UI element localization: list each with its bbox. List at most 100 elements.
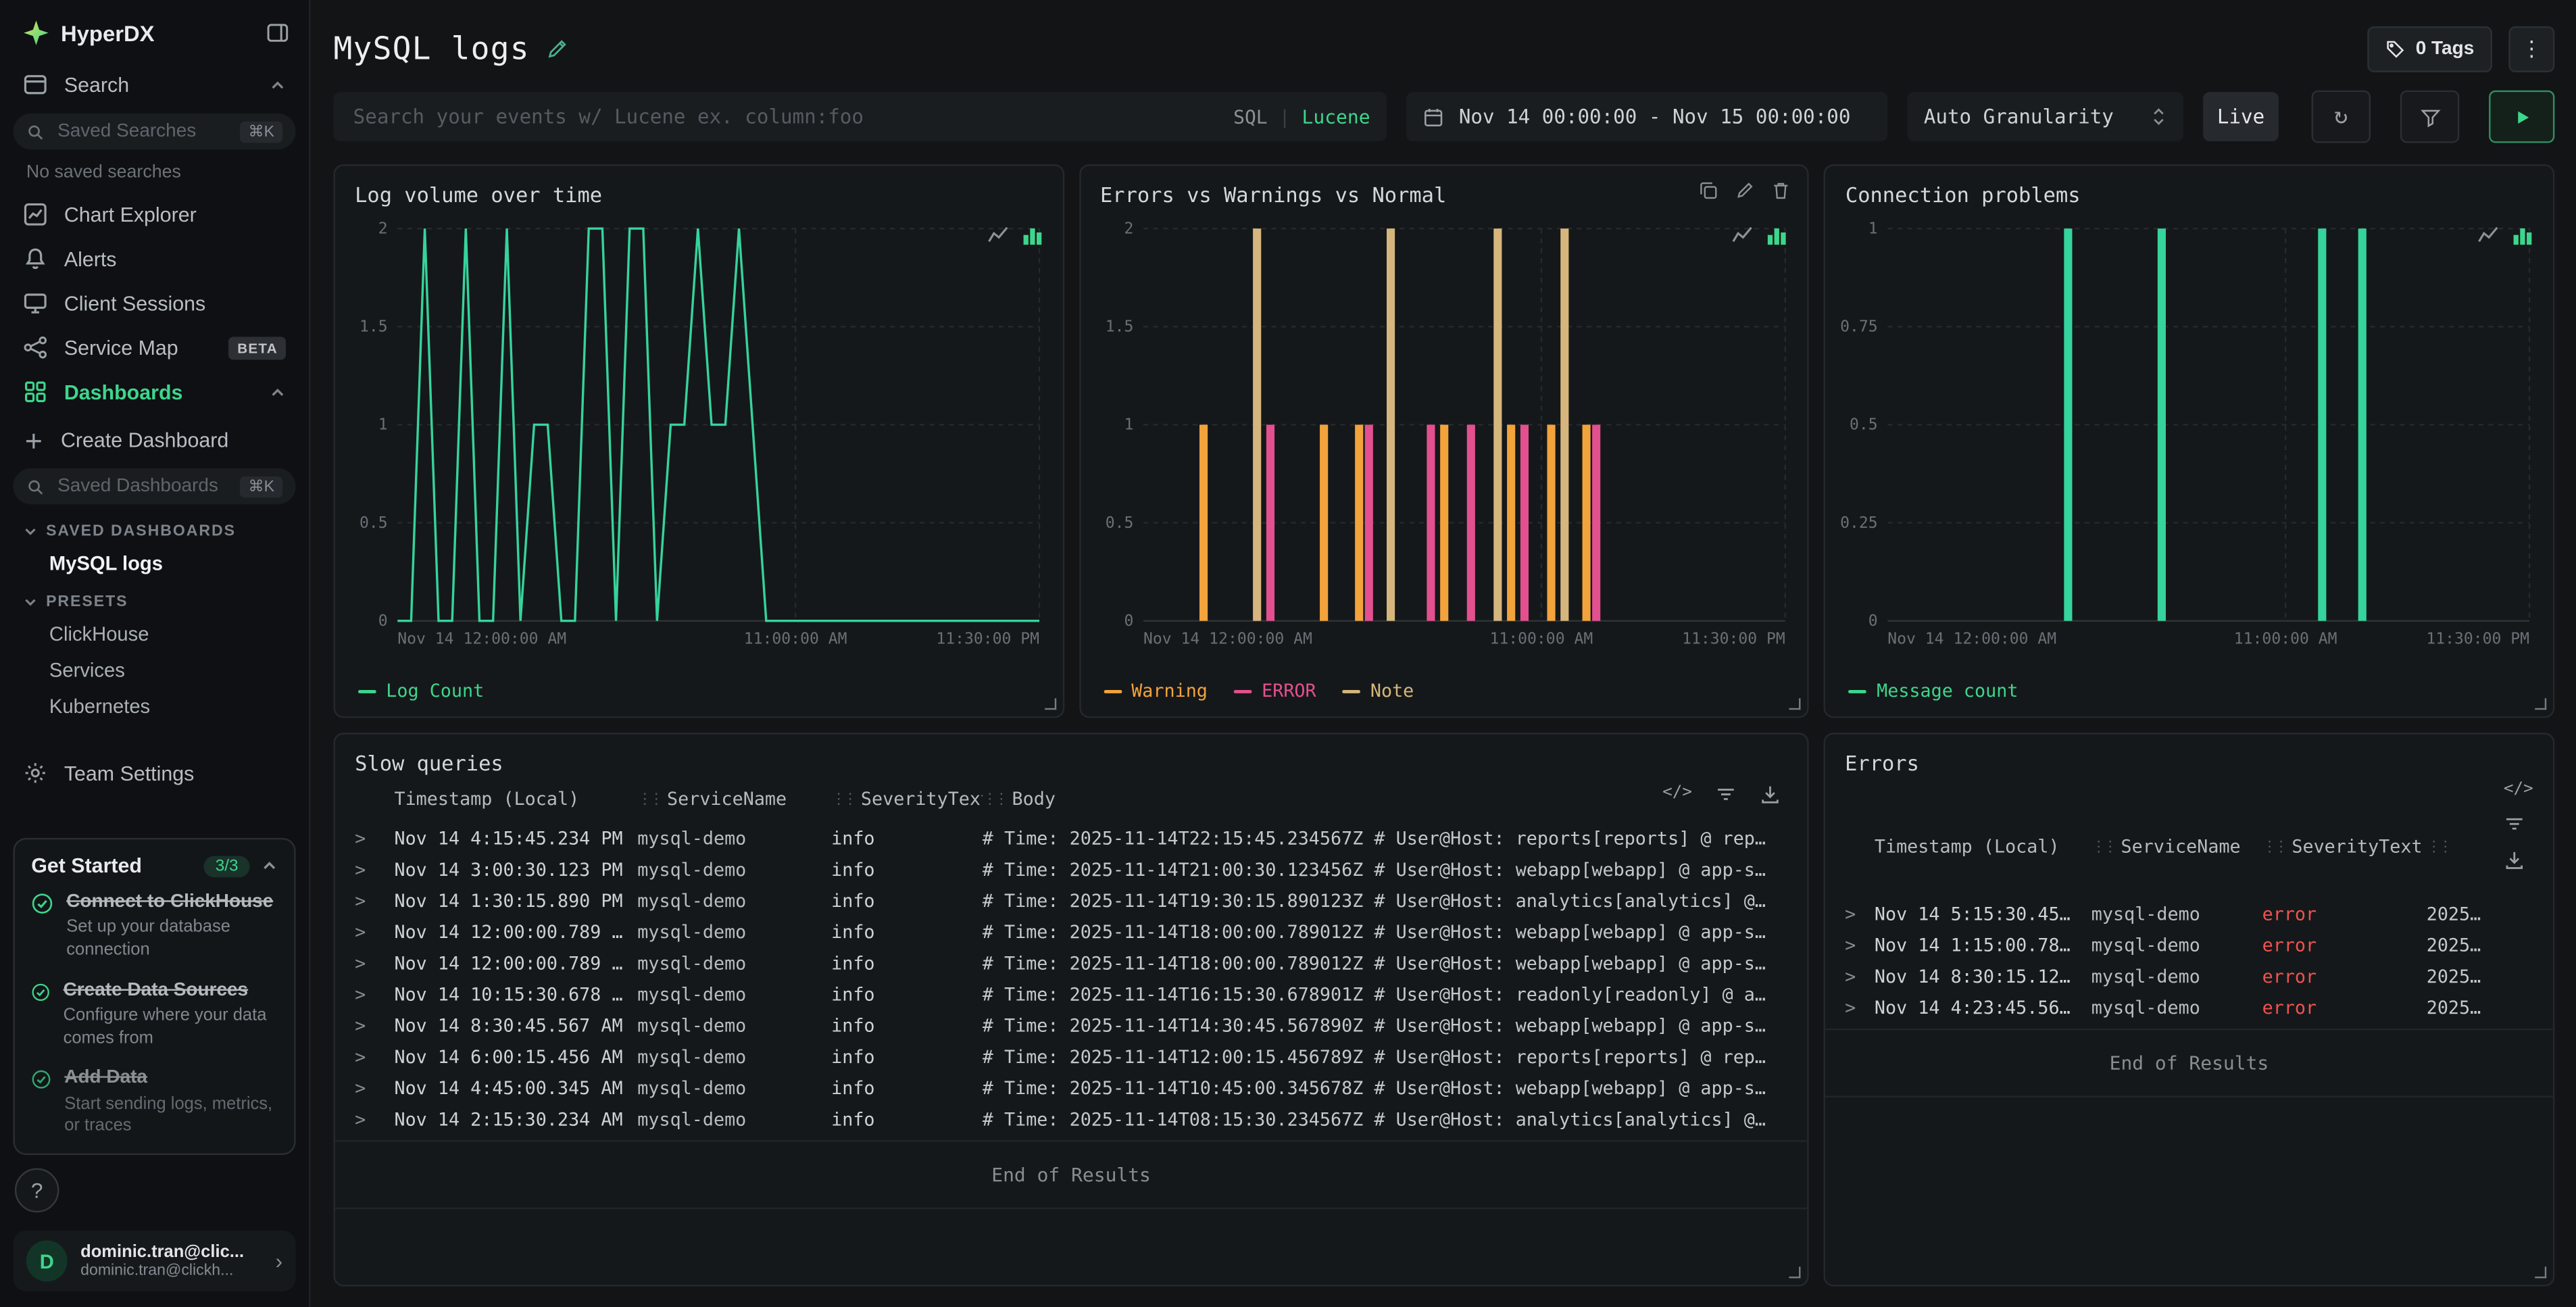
saved-dashboards-input[interactable]: ⌘K xyxy=(13,468,295,504)
line-chart-icon[interactable] xyxy=(2477,225,2499,245)
tags-button[interactable]: 0 Tags xyxy=(2368,26,2492,72)
resize-handle[interactable] xyxy=(1044,698,1056,710)
table-row[interactable]: >Nov 14 4:15:45.234 PMmysql-demoinfo# Ti… xyxy=(355,823,1787,854)
edit-title-icon[interactable] xyxy=(546,38,569,61)
view-source-icon[interactable]: </> xyxy=(1662,784,1692,806)
refresh-button[interactable]: ↻ xyxy=(2312,91,2371,143)
user-menu[interactable]: D dominic.tran@clic... dominic.tran@clic… xyxy=(13,1231,295,1291)
column-header-severitytext[interactable]: ⋮⋮SeverityText xyxy=(2262,836,2427,858)
help-button[interactable]: ? xyxy=(15,1168,59,1213)
run-query-button[interactable] xyxy=(2489,91,2554,143)
table-row[interactable]: >Nov 14 1:15:00.789 PMmysql-demoerror202… xyxy=(1845,930,2533,961)
check-circle-icon xyxy=(31,891,53,917)
column-filter-icon[interactable] xyxy=(1715,784,1737,806)
get-started-item[interactable]: Connect to ClickHouse Set up your databa… xyxy=(31,891,278,962)
get-started-item[interactable]: Create Data Sources Configure where your… xyxy=(31,979,278,1050)
row-expander-icon[interactable]: > xyxy=(355,1078,394,1100)
create-dashboard-button[interactable]: Create Dashboard xyxy=(0,414,309,462)
table-row[interactable]: >Nov 14 4:23:45.567 AMmysql-demoerror202… xyxy=(1845,992,2533,1023)
column-header-severitytext[interactable]: ⋮⋮SeverityText xyxy=(831,789,983,810)
column-header-clipped[interactable]: ⋮⋮ xyxy=(2427,839,2481,855)
resize-handle[interactable] xyxy=(2535,1266,2546,1278)
row-expander-icon[interactable]: > xyxy=(355,891,394,912)
resize-handle[interactable] xyxy=(2535,698,2546,710)
trash-icon[interactable] xyxy=(1772,180,1791,200)
legend-item[interactable]: Log Count xyxy=(358,680,484,701)
row-expander-icon[interactable]: > xyxy=(355,953,394,975)
row-expander-icon[interactable]: > xyxy=(1845,904,1875,925)
table-row[interactable]: >Nov 14 12:00:00.789 PMmysql-demoinfo# T… xyxy=(355,917,1787,948)
sidebar-item-team-settings[interactable]: Team Settings xyxy=(0,751,309,795)
column-header-servicename[interactable]: ⋮⋮ServiceName xyxy=(2091,836,2262,858)
row-expander-icon[interactable]: > xyxy=(1845,966,1875,987)
row-expander-icon[interactable]: > xyxy=(355,922,394,943)
filter-button[interactable] xyxy=(2400,91,2460,143)
service-map-icon xyxy=(23,335,47,360)
sidebar-collapse-icon[interactable] xyxy=(266,22,289,45)
line-chart-icon[interactable] xyxy=(987,225,1008,245)
legend-item[interactable]: Note xyxy=(1343,680,1414,701)
table-row[interactable]: >Nov 14 3:00:30.123 PMmysql-demoinfo# Ti… xyxy=(355,854,1787,885)
table-row[interactable]: >Nov 14 4:45:00.345 AMmysql-demoinfo# Ti… xyxy=(355,1073,1787,1104)
saved-dashboards-section[interactable]: SAVED DASHBOARDS xyxy=(0,511,309,545)
chevron-up-icon[interactable] xyxy=(262,858,278,874)
live-button[interactable]: Live xyxy=(2203,92,2279,141)
table-row[interactable]: >Nov 14 12:00:00.789 PMmysql-demoinfo# T… xyxy=(355,948,1787,979)
column-header-servicename[interactable]: ⋮⋮ServiceName xyxy=(637,789,831,810)
sidebar-item-chart-explorer[interactable]: Chart Explorer xyxy=(0,192,309,237)
presets-section[interactable]: PRESETS xyxy=(0,582,309,616)
row-expander-icon[interactable]: > xyxy=(355,1109,394,1131)
table-row[interactable]: >Nov 14 8:30:15.123 AMmysql-demoerror202… xyxy=(1845,961,2533,992)
lucene-mode-toggle[interactable]: Lucene xyxy=(1302,105,1370,128)
download-icon[interactable] xyxy=(2504,849,2525,871)
bar-chart-icon[interactable] xyxy=(1766,225,1788,245)
row-expander-icon[interactable]: > xyxy=(355,828,394,849)
row-expander-icon[interactable]: > xyxy=(355,859,394,881)
sidebar-item-service-map[interactable]: Service Map BETA xyxy=(0,325,309,370)
date-range-picker[interactable]: Nov 14 00:00:00 - Nov 15 00:00:00 xyxy=(1406,92,1887,141)
table-row[interactable]: >Nov 14 2:15:30.234 AMmysql-demoinfo# Ti… xyxy=(355,1104,1787,1135)
legend-item[interactable]: Warning xyxy=(1104,680,1208,701)
duplicate-icon[interactable] xyxy=(1700,180,1719,200)
sidebar-item-search[interactable]: Search xyxy=(0,62,309,107)
bar-chart-icon[interactable] xyxy=(1021,225,1043,245)
saved-searches-input[interactable]: ⌘K xyxy=(13,114,295,149)
sidebar-item-services[interactable]: Services xyxy=(0,652,309,688)
granularity-select[interactable]: Auto Granularity xyxy=(1908,92,2183,141)
column-header-timestamp[interactable]: Timestamp (Local) xyxy=(394,789,637,810)
table-row[interactable]: >Nov 14 6:00:15.456 AMmysql-demoinfo# Ti… xyxy=(355,1041,1787,1072)
row-expander-icon[interactable]: > xyxy=(355,984,394,1006)
line-chart-icon[interactable] xyxy=(1732,225,1754,245)
sidebar-item-clickhouse[interactable]: ClickHouse xyxy=(0,616,309,652)
column-filter-icon[interactable] xyxy=(2504,813,2525,835)
sidebar-item-kubernetes[interactable]: Kubernetes xyxy=(0,689,309,724)
resize-handle[interactable] xyxy=(1789,1266,1800,1278)
get-started-item[interactable]: Add Data Start sending logs, metrics, or… xyxy=(31,1067,278,1139)
sidebar-item-client-sessions[interactable]: Client Sessions xyxy=(0,281,309,326)
column-header-timestamp[interactable]: Timestamp (Local) xyxy=(1875,836,2091,858)
bar-chart-icon[interactable] xyxy=(2512,225,2533,245)
sidebar-item-mysql-logs[interactable]: MySQL logs xyxy=(0,545,309,581)
end-of-results: End of Results xyxy=(335,1140,1807,1209)
event-search-input[interactable] xyxy=(334,92,1387,141)
download-icon[interactable] xyxy=(1760,784,1781,806)
resize-handle[interactable] xyxy=(1789,698,1801,710)
saved-dashboards-field[interactable] xyxy=(54,475,230,498)
saved-searches-field[interactable] xyxy=(54,120,230,143)
panel-menu-button[interactable]: ⋮ xyxy=(2508,26,2554,72)
table-row[interactable]: >Nov 14 1:30:15.890 PMmysql-demoinfo# Ti… xyxy=(355,885,1787,916)
sql-mode-toggle[interactable]: SQL xyxy=(1233,105,1268,128)
sidebar-item-alerts[interactable]: Alerts xyxy=(0,237,309,281)
legend-item[interactable]: Message count xyxy=(1849,680,2018,701)
view-source-icon[interactable]: </> xyxy=(2504,781,2533,799)
table-row[interactable]: >Nov 14 8:30:45.567 AMmysql-demoinfo# Ti… xyxy=(355,1010,1787,1041)
sidebar-item-dashboards[interactable]: Dashboards xyxy=(0,370,309,414)
table-row[interactable]: >Nov 14 10:15:30.678 AMmysql-demoinfo# T… xyxy=(355,979,1787,1010)
row-expander-icon[interactable]: > xyxy=(1845,997,1875,1019)
row-expander-icon[interactable]: > xyxy=(355,1047,394,1068)
edit-icon[interactable] xyxy=(1735,180,1755,200)
row-expander-icon[interactable]: > xyxy=(355,1015,394,1037)
row-expander-icon[interactable]: > xyxy=(1845,935,1875,956)
legend-item[interactable]: ERROR xyxy=(1234,680,1316,701)
table-row[interactable]: >Nov 14 5:15:30.456 PMmysql-demoerror202… xyxy=(1845,899,2533,930)
